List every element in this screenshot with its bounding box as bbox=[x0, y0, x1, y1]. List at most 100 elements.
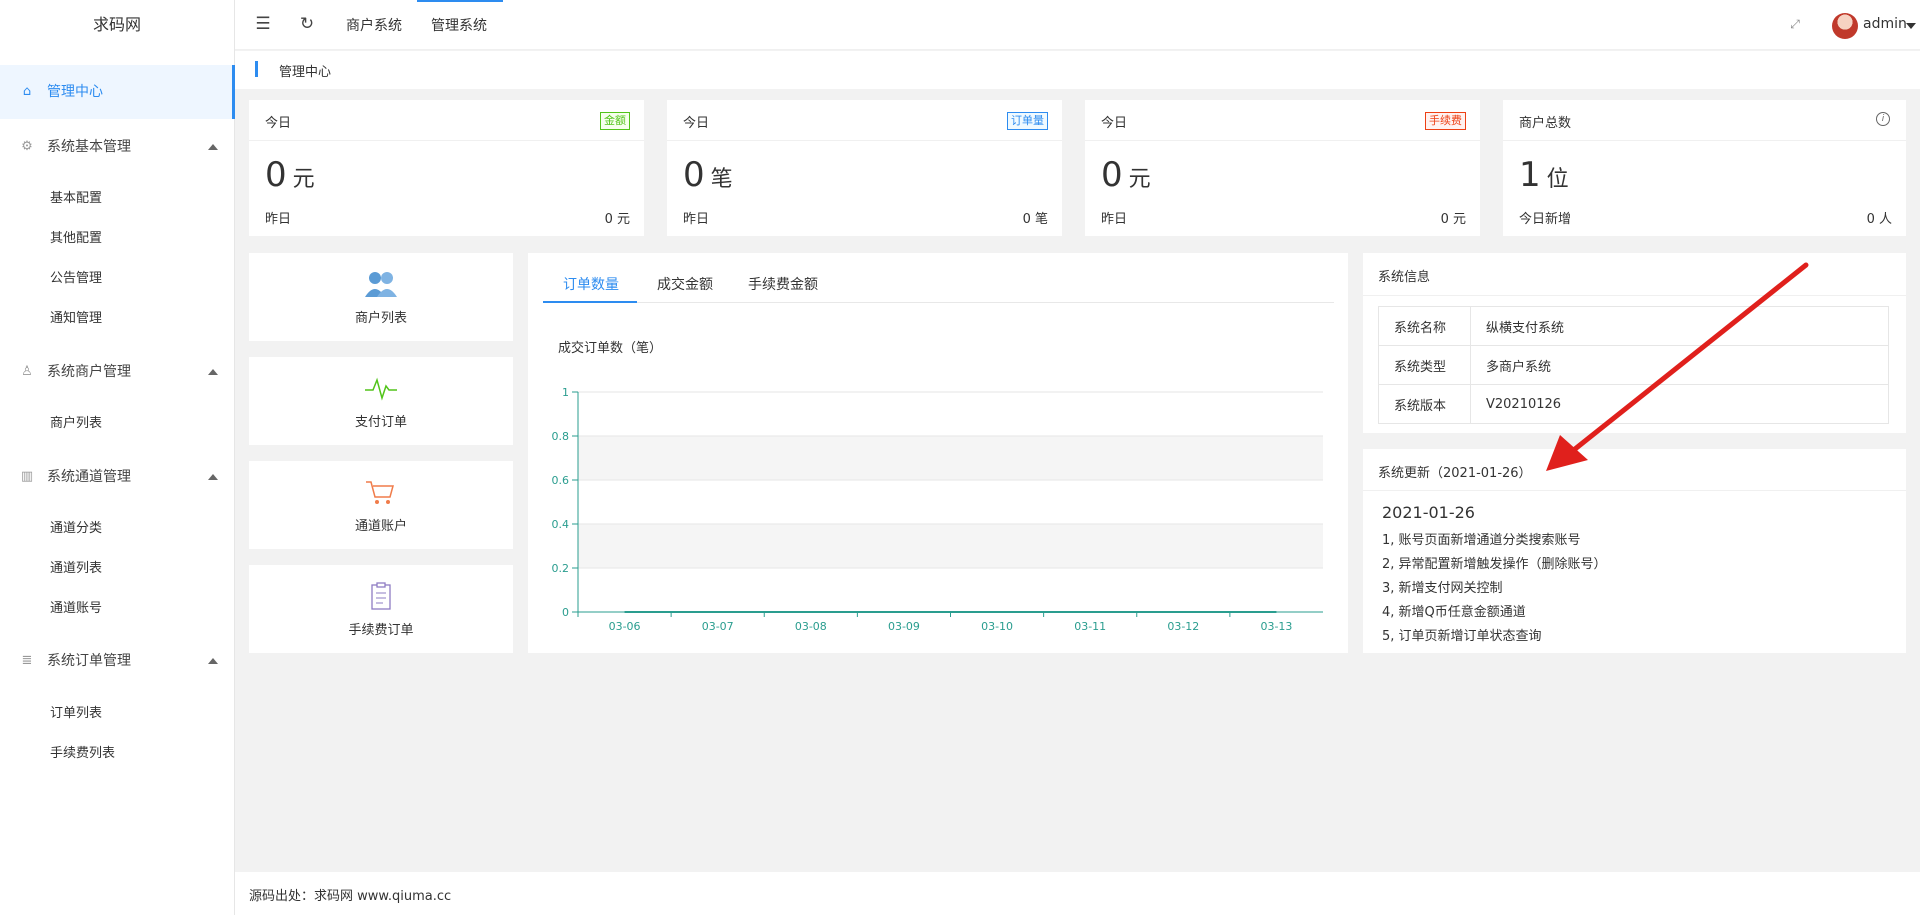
sidebar-group-label: 系统订单管理 bbox=[47, 653, 131, 669]
chart-ytick-label: 0.6 bbox=[552, 474, 570, 487]
sidebar-item-fee-list[interactable]: 手续费列表 bbox=[50, 744, 115, 764]
stat-foot-value: 0 笔 bbox=[1022, 212, 1048, 227]
stat-foot-value: 0 元 bbox=[1440, 212, 1466, 227]
grid-icon: ▥ bbox=[20, 469, 34, 484]
stat-card-orders: 今日 订单量 0笔 昨日 0 笔 bbox=[667, 100, 1062, 236]
sidebar-item-basic-config[interactable]: 基本配置 bbox=[50, 189, 102, 209]
sidebar-item-notice[interactable]: 公告管理 bbox=[50, 269, 102, 289]
sidebar-item-notify[interactable]: 通知管理 bbox=[50, 309, 102, 329]
quick-link-label: 支付订单 bbox=[354, 415, 407, 430]
chart-title: 成交订单数（笔） bbox=[558, 341, 663, 356]
system-update-title: 系统更新（2021-01-26） bbox=[1378, 466, 1532, 481]
avatar[interactable] bbox=[1832, 13, 1858, 39]
chart-xtick-label: 03-10 bbox=[981, 620, 1013, 633]
stat-foot-label: 昨日 bbox=[683, 212, 710, 227]
info-icon[interactable]: i bbox=[1876, 112, 1890, 126]
stat-foot-value: 0 人 bbox=[1866, 212, 1892, 227]
chart-ytick-label: 0.4 bbox=[552, 518, 570, 531]
chart-xtick-label: 03-06 bbox=[609, 620, 641, 633]
gear-icon: ⚙ bbox=[21, 139, 33, 154]
order-icon: ≣ bbox=[21, 653, 33, 668]
chart-band bbox=[578, 436, 1323, 480]
update-line: 4, 新增Q币任意金额通道 bbox=[1382, 605, 1526, 620]
quick-link-pay-orders[interactable]: 支付订单 bbox=[249, 357, 513, 445]
sidebar-group-label: 系统基本管理 bbox=[47, 139, 131, 155]
breadcrumb: 管理中心 bbox=[235, 51, 1920, 89]
update-line: 3, 新增支付网关控制 bbox=[1382, 581, 1503, 596]
refresh-icon[interactable]: ↻ bbox=[297, 14, 317, 34]
user-icon: ♙ bbox=[21, 364, 33, 379]
tab-order-count[interactable]: 订单数量 bbox=[563, 274, 619, 294]
top-header: ☰ ↻ 商户系统 管理系统 ⤢ admin bbox=[235, 0, 1920, 50]
sidebar-group-channel[interactable]: ▥ 系统通道管理 bbox=[20, 467, 131, 487]
chart-xtick-label: 03-12 bbox=[1167, 620, 1199, 633]
update-line: 1, 账号页面新增通道分类搜索账号 bbox=[1382, 533, 1581, 548]
stat-label: 今日 bbox=[1101, 116, 1128, 131]
quick-link-fee-orders[interactable]: 手续费订单 bbox=[249, 565, 513, 653]
tab-active-indicator bbox=[543, 301, 637, 303]
chart-ytick-label: 0 bbox=[562, 606, 569, 619]
stat-card-amount: 今日 金额 0元 昨日 0 元 bbox=[249, 100, 644, 236]
menu-collapse-icon[interactable]: ☰ bbox=[253, 14, 273, 34]
sidebar-item-channel-account[interactable]: 通道账号 bbox=[50, 599, 102, 619]
stat-label: 商户总数 bbox=[1519, 116, 1572, 131]
stat-badge: 金额 bbox=[600, 112, 630, 130]
annotation-arrow bbox=[1546, 262, 1809, 471]
sidebar-item-dashboard[interactable]: ⌂ 管理中心 bbox=[20, 82, 103, 102]
stat-foot-label: 今日新增 bbox=[1519, 212, 1572, 227]
sidebar-group-order[interactable]: ≣ 系统订单管理 bbox=[20, 651, 131, 671]
order-count-chart: 0 0.2 0.4 0.6 0.8 1 03-06 03-07 03-08 03-09 03-10 0… bbox=[552, 386, 1323, 633]
app-logo[interactable]: 求码网 bbox=[0, 0, 234, 50]
caret-up-icon[interactable] bbox=[208, 144, 218, 150]
stat-value: 1位 bbox=[1519, 155, 1569, 195]
footer-text: 源码出处：求码网 www.qiuma.cc bbox=[249, 889, 452, 904]
chevron-down-icon[interactable] bbox=[1906, 23, 1916, 29]
stat-foot-label: 昨日 bbox=[1101, 212, 1128, 227]
sidebar-item-channel-category[interactable]: 通道分类 bbox=[50, 519, 102, 539]
fullscreen-icon[interactable]: ⤢ bbox=[1785, 14, 1805, 34]
cart-icon bbox=[366, 481, 394, 504]
chart-ytick-label: 0.8 bbox=[552, 430, 570, 443]
update-line: 2, 异常配置新增触发操作（删除账号） bbox=[1382, 557, 1607, 572]
sidebar-group-basic[interactable]: ⚙ 系统基本管理 bbox=[20, 137, 131, 157]
update-line: 5, 订单页新增订单状态查询 bbox=[1382, 629, 1542, 644]
stat-value: 0笔 bbox=[683, 155, 733, 195]
caret-up-icon[interactable] bbox=[208, 369, 218, 375]
sidebar: 求码网 ⌂ 管理中心 ⚙ 系统基本管理 基本配置 其他配置 公告管理 通知管理 … bbox=[0, 0, 235, 915]
breadcrumb-marker bbox=[255, 61, 258, 77]
caret-up-icon[interactable] bbox=[208, 474, 218, 480]
users-icon bbox=[365, 272, 397, 297]
tab-deal-amount[interactable]: 成交金额 bbox=[657, 274, 713, 294]
sidebar-item-channel-list[interactable]: 通道列表 bbox=[50, 559, 102, 579]
stat-badge: 订单量 bbox=[1007, 112, 1048, 130]
stat-card-fee: 今日 手续费 0元 昨日 0 元 bbox=[1085, 100, 1480, 236]
sidebar-item-label: 管理中心 bbox=[47, 84, 103, 100]
footer: 源码出处：求码网 www.qiuma.cc bbox=[235, 872, 1920, 915]
nav-merchant-system[interactable]: 商户系统 bbox=[346, 15, 402, 35]
chart-band bbox=[578, 524, 1323, 568]
stat-value: 0元 bbox=[1101, 155, 1151, 195]
quick-link-channel-account[interactable]: 通道账户 bbox=[249, 461, 513, 549]
sidebar-group-merchant[interactable]: ♙ 系统商户管理 bbox=[20, 362, 131, 382]
stat-label: 今日 bbox=[683, 116, 710, 131]
chart-xtick-label: 03-09 bbox=[888, 620, 920, 633]
nav-active-indicator bbox=[417, 0, 503, 2]
chart-xtick-label: 03-07 bbox=[702, 620, 734, 633]
nav-admin-system[interactable]: 管理系统 bbox=[431, 15, 487, 35]
sidebar-group-label: 系统商户管理 bbox=[47, 364, 131, 380]
stat-card-merchants: 商户总数 i 1位 今日新增 0 人 bbox=[1503, 100, 1906, 236]
quick-link-label: 手续费订单 bbox=[348, 623, 414, 638]
tab-fee-amount[interactable]: 手续费金额 bbox=[748, 274, 818, 294]
user-name[interactable]: admin bbox=[1863, 16, 1907, 32]
breadcrumb-current[interactable]: 管理中心 bbox=[279, 61, 331, 80]
chart-ytick-label: 1 bbox=[562, 386, 569, 399]
chart-xtick-label: 03-08 bbox=[795, 620, 827, 633]
pulse-icon bbox=[365, 377, 397, 401]
quick-link-merchants[interactable]: 商户列表 bbox=[249, 253, 513, 341]
caret-up-icon[interactable] bbox=[208, 658, 218, 664]
sidebar-item-merchant-list[interactable]: 商户列表 bbox=[50, 414, 102, 434]
home-icon: ⌂ bbox=[22, 84, 32, 99]
sidebar-group-label: 系统通道管理 bbox=[47, 469, 131, 485]
sidebar-item-other-config[interactable]: 其他配置 bbox=[50, 229, 102, 249]
sidebar-item-order-list[interactable]: 订单列表 bbox=[50, 704, 102, 724]
